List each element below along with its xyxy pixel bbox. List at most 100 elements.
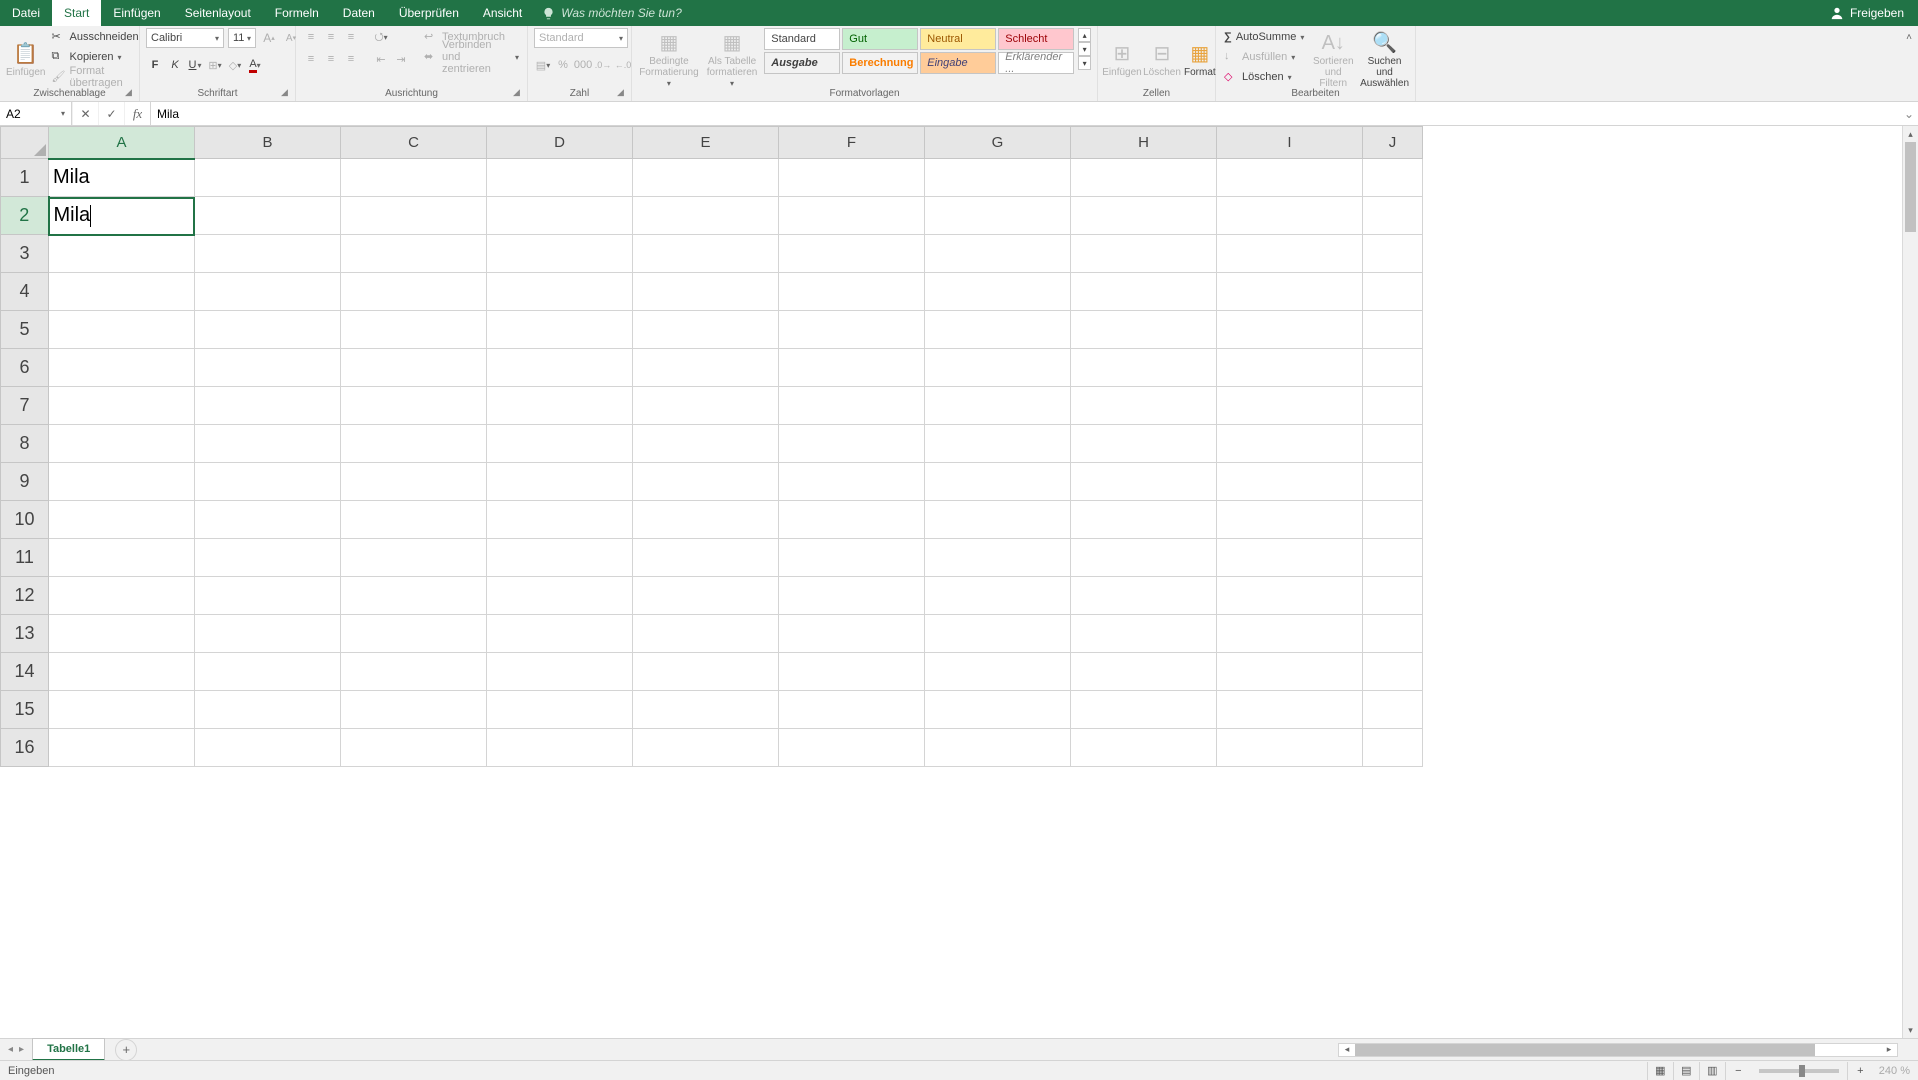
delete-cells-button[interactable]: ⊟ Löschen [1144, 28, 1180, 92]
cell-G5[interactable] [925, 311, 1071, 349]
cell-D5[interactable] [487, 311, 633, 349]
cell-C5[interactable] [341, 311, 487, 349]
cell-A9[interactable] [49, 463, 195, 501]
cell-H14[interactable] [1071, 653, 1217, 691]
cell-G14[interactable] [925, 653, 1071, 691]
column-header-B[interactable]: B [195, 127, 341, 159]
format-cells-button[interactable]: ▦ Format [1184, 28, 1216, 92]
row-header-11[interactable]: 11 [1, 539, 49, 577]
cell-C14[interactable] [341, 653, 487, 691]
cell-J7[interactable] [1363, 387, 1423, 425]
row-header-15[interactable]: 15 [1, 691, 49, 729]
insert-cells-button[interactable]: ⊞ Einfügen [1104, 28, 1140, 92]
font-dialog-launcher[interactable]: ◢ [281, 87, 293, 99]
style-neutral[interactable]: Neutral [920, 28, 996, 50]
cell-H4[interactable] [1071, 273, 1217, 311]
cell-F15[interactable] [779, 691, 925, 729]
cell-C12[interactable] [341, 577, 487, 615]
name-box[interactable]: A2▾ [0, 102, 72, 125]
horizontal-scrollbar[interactable]: ◂ ▸ [1338, 1043, 1898, 1057]
tab-start[interactable]: Start [52, 0, 101, 26]
row-header-13[interactable]: 13 [1, 615, 49, 653]
cell-J8[interactable] [1363, 425, 1423, 463]
cell-C16[interactable] [341, 729, 487, 767]
cell-E10[interactable] [633, 501, 779, 539]
align-middle-button[interactable]: ≡ [322, 28, 340, 46]
cell-H1[interactable] [1071, 159, 1217, 197]
cell-E12[interactable] [633, 577, 779, 615]
vertical-scrollbar[interactable]: ▴ ▾ [1902, 126, 1918, 1038]
cell-B9[interactable] [195, 463, 341, 501]
cell-J14[interactable] [1363, 653, 1423, 691]
align-bottom-button[interactable]: ≡ [342, 28, 360, 46]
cell-J4[interactable] [1363, 273, 1423, 311]
cell-B10[interactable] [195, 501, 341, 539]
cell-H6[interactable] [1071, 349, 1217, 387]
row-header-2[interactable]: 2 [1, 197, 49, 235]
cell-H12[interactable] [1071, 577, 1217, 615]
cell-F12[interactable] [779, 577, 925, 615]
cell-I10[interactable] [1217, 501, 1363, 539]
cell-G4[interactable] [925, 273, 1071, 311]
italic-button[interactable]: K [166, 56, 184, 74]
cell-A6[interactable] [49, 349, 195, 387]
cell-I16[interactable] [1217, 729, 1363, 767]
column-header-I[interactable]: I [1217, 127, 1363, 159]
cell-E6[interactable] [633, 349, 779, 387]
cell-A3[interactable] [49, 235, 195, 273]
cell-F13[interactable] [779, 615, 925, 653]
cell-D13[interactable] [487, 615, 633, 653]
style-gut[interactable]: Gut [842, 28, 918, 50]
fill-color-button[interactable]: ◇▾ [226, 56, 244, 74]
format-as-table-button[interactable]: ▦ Als Tabelle formatieren▾ [704, 28, 760, 92]
cell-H10[interactable] [1071, 501, 1217, 539]
cell-F3[interactable] [779, 235, 925, 273]
cell-D16[interactable] [487, 729, 633, 767]
cell-I2[interactable] [1217, 197, 1363, 235]
row-header-10[interactable]: 10 [1, 501, 49, 539]
cell-F10[interactable] [779, 501, 925, 539]
cell-D9[interactable] [487, 463, 633, 501]
font-name-select[interactable]: Calibri▾ [146, 28, 224, 48]
column-header-F[interactable]: F [779, 127, 925, 159]
scroll-right-button[interactable]: ▸ [1881, 1044, 1897, 1056]
comma-format-button[interactable]: 000 [574, 56, 592, 74]
cell-J9[interactable] [1363, 463, 1423, 501]
normal-view-button[interactable]: ▦ [1647, 1062, 1673, 1080]
increase-font-button[interactable]: A▴ [260, 29, 278, 47]
cell-D3[interactable] [487, 235, 633, 273]
orientation-button[interactable]: ⭯▾ [372, 28, 390, 46]
cell-D4[interactable] [487, 273, 633, 311]
cell-F4[interactable] [779, 273, 925, 311]
cell-E8[interactable] [633, 425, 779, 463]
increase-indent-button[interactable]: ⇥ [392, 50, 410, 68]
horizontal-scroll-thumb[interactable] [1355, 1044, 1815, 1056]
cell-F8[interactable] [779, 425, 925, 463]
cell-G3[interactable] [925, 235, 1071, 273]
merge-center-button[interactable]: ⬌ Verbinden und zentrieren▾ [422, 48, 521, 66]
tab-review[interactable]: Überprüfen [387, 0, 471, 26]
zoom-slider[interactable] [1759, 1069, 1839, 1073]
cell-F2[interactable] [779, 197, 925, 235]
style-standard[interactable]: Standard [764, 28, 840, 50]
tab-file[interactable]: Datei [0, 0, 52, 26]
cell-I5[interactable] [1217, 311, 1363, 349]
cell-C10[interactable] [341, 501, 487, 539]
cell-J11[interactable] [1363, 539, 1423, 577]
cell-G7[interactable] [925, 387, 1071, 425]
cell-G1[interactable] [925, 159, 1071, 197]
decrease-decimal-button[interactable]: ←.0 [614, 56, 632, 74]
cell-E7[interactable] [633, 387, 779, 425]
format-painter-button[interactable]: 🖌 Format übertragen [49, 68, 140, 86]
row-header-16[interactable]: 16 [1, 729, 49, 767]
number-dialog-launcher[interactable]: ◢ [617, 87, 629, 99]
cell-J6[interactable] [1363, 349, 1423, 387]
cell-C1[interactable] [341, 159, 487, 197]
cell-G6[interactable] [925, 349, 1071, 387]
style-eingabe[interactable]: Eingabe [920, 52, 996, 74]
cell-styles-gallery[interactable]: Standard Gut Neutral Schlecht Ausgabe Be… [764, 28, 1074, 74]
zoom-level[interactable]: 240 % [1879, 1065, 1910, 1077]
cell-I1[interactable] [1217, 159, 1363, 197]
row-header-14[interactable]: 14 [1, 653, 49, 691]
cell-G12[interactable] [925, 577, 1071, 615]
